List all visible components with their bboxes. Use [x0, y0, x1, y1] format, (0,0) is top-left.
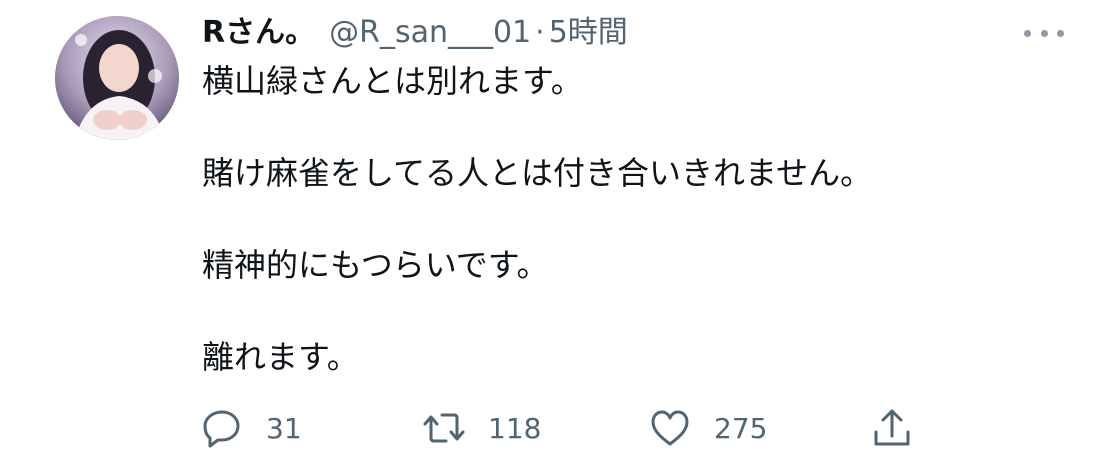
tweet-line: 横山緑さんとは別れます。 — [202, 62, 583, 100]
timestamp[interactable]: 5時間 — [549, 10, 628, 56]
heart-icon — [651, 410, 689, 446]
action-bar: 31 118 275 — [200, 400, 930, 456]
user-handle[interactable]: @R_san___01 — [329, 10, 531, 56]
reply-icon — [203, 410, 240, 448]
retweet-count: 118 — [488, 411, 542, 445]
display-name[interactable]: Rさん。 — [202, 10, 315, 56]
reply-button[interactable]: 31 — [200, 400, 302, 456]
reply-count: 31 — [266, 411, 302, 445]
separator-dot: · — [535, 15, 545, 50]
tweet-header: Rさん。 @R_san___01 · 5時間 — [202, 10, 628, 56]
avatar-image — [55, 16, 179, 140]
like-button[interactable]: 275 — [648, 400, 767, 456]
more-options-icon[interactable] — [1024, 24, 1064, 42]
share-icon — [874, 409, 910, 446]
tweet-line: 賭け麻雀をしてる人とは付き合いきれません。 — [202, 154, 873, 192]
tweet: Rさん。 @R_san___01 · 5時間 横山緑さんとは別れます。 賭け麻雀… — [0, 0, 1117, 468]
tweet-line: 精神的にもつらいです。 — [202, 246, 549, 284]
avatar[interactable] — [55, 16, 179, 140]
tweet-line: 離れます。 — [202, 338, 359, 376]
retweet-icon — [423, 413, 465, 443]
like-count: 275 — [714, 411, 768, 445]
retweet-button[interactable]: 118 — [422, 400, 541, 456]
share-button[interactable] — [870, 400, 914, 456]
tweet-text: 横山緑さんとは別れます。 賭け麻雀をしてる人とは付き合いきれません。 精神的にも… — [202, 58, 1082, 380]
